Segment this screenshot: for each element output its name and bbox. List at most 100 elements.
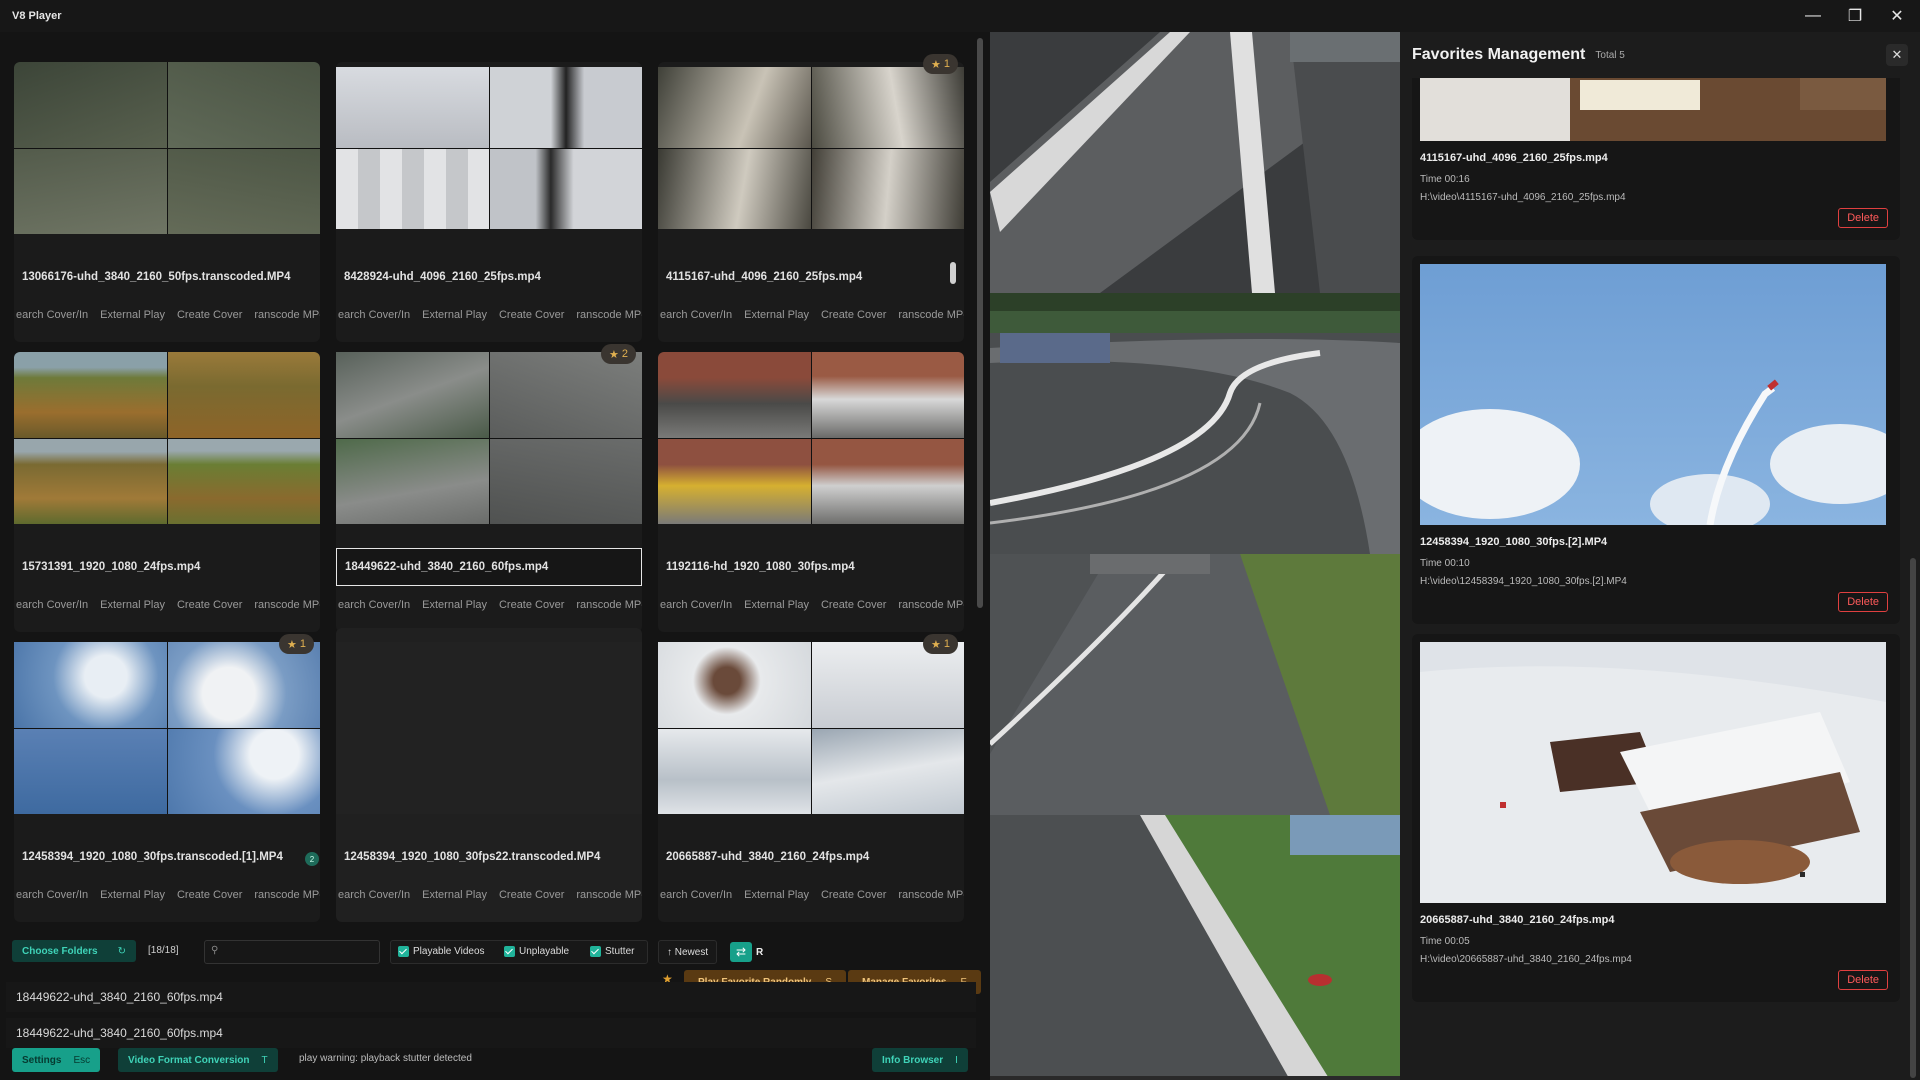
close-window-button[interactable]: ✕ <box>1876 0 1918 32</box>
minimize-button[interactable]: — <box>1792 0 1834 32</box>
info-browser-button[interactable]: Info Browser I <box>872 1048 968 1072</box>
external-play-button[interactable]: External Play <box>744 599 809 611</box>
video-card[interactable]: ★ 2 18449622-uhd_3840_2160_60fps.mp4 ear… <box>336 344 642 632</box>
search-cover-button[interactable]: earch Cover/In <box>338 309 410 321</box>
video-thumbnail[interactable] <box>336 352 642 524</box>
search-cover-button[interactable]: earch Cover/In <box>16 599 88 611</box>
unplayable-checkbox[interactable]: Unplayable <box>504 946 569 957</box>
video-title[interactable]: 20665887-uhd_3840_2160_24fps.mp4 <box>658 838 964 876</box>
create-cover-button[interactable]: Create Cover <box>499 889 564 901</box>
favorite-path: H:\video\4115167-uhd_4096_2160_25fps.mp4 <box>1420 192 1626 203</box>
create-cover-button[interactable]: Create Cover <box>177 599 242 611</box>
video-card[interactable]: ★ 1 20665887-uhd_3840_2160_24fps.mp4 ear… <box>658 634 964 922</box>
search-cover-button[interactable]: earch Cover/In <box>338 889 410 901</box>
video-title[interactable]: 4115167-uhd_4096_2160_25fps.mp4 <box>658 258 964 296</box>
video-thumbnail[interactable] <box>658 642 964 814</box>
search-cover-button[interactable]: earch Cover/In <box>660 309 732 321</box>
create-cover-button[interactable]: Create Cover <box>499 309 564 321</box>
stutter-checkbox[interactable]: Stutter <box>590 946 634 957</box>
video-player[interactable] <box>990 32 1400 1080</box>
playable-videos-checkbox[interactable]: Playable Videos <box>398 946 485 957</box>
external-play-button[interactable]: External Play <box>100 889 165 901</box>
video-thumbnail[interactable] <box>658 352 964 524</box>
create-cover-button[interactable]: Create Cover <box>177 309 242 321</box>
repeat-toggle[interactable]: ⇄ R <box>730 940 763 964</box>
video-title[interactable]: 15731391_1920_1080_24fps.mp4 <box>14 548 320 586</box>
video-card[interactable]: 15731391_1920_1080_24fps.mp4 earch Cover… <box>14 352 320 632</box>
create-cover-button[interactable]: Create Cover <box>821 889 886 901</box>
search-box[interactable]: ⚲ <box>204 940 380 964</box>
video-title[interactable]: 12458394_1920_1080_30fps22.transcoded.MP… <box>336 838 642 876</box>
close-favorites-button[interactable]: ✕ <box>1886 44 1908 66</box>
search-cover-button[interactable]: earch Cover/In <box>660 889 732 901</box>
video-card[interactable]: 1192116-hd_1920_1080_30fps.mp4 earch Cov… <box>658 352 964 632</box>
maximize-button[interactable]: ❐ <box>1834 0 1876 32</box>
create-cover-button[interactable]: Create Cover <box>499 599 564 611</box>
video-thumbnail[interactable] <box>14 352 320 524</box>
video-card[interactable]: 13066176-uhd_3840_2160_50fps.transcoded.… <box>14 62 320 342</box>
transcode-button[interactable]: ranscode MP- <box>576 889 642 901</box>
video-title[interactable]: 13066176-uhd_3840_2160_50fps.transcoded.… <box>14 258 320 296</box>
favorites-scrollbar[interactable] <box>1910 78 1916 1078</box>
favorite-count: 1 <box>943 638 950 650</box>
video-title[interactable]: 8428924-uhd_4096_2160_25fps.mp4 <box>336 258 642 296</box>
transcode-button[interactable]: ranscode MP- <box>576 599 642 611</box>
transcode-button[interactable]: ranscode MP- <box>898 309 964 321</box>
search-cover-button[interactable]: earch Cover/In <box>338 599 410 611</box>
external-play-button[interactable]: External Play <box>422 889 487 901</box>
card-actions: earch Cover/In External Play Create Cove… <box>336 592 642 618</box>
video-thumbnail[interactable] <box>14 62 320 234</box>
settings-label: Settings <box>22 1054 62 1066</box>
favorite-thumbnail[interactable] <box>1420 642 1886 903</box>
favorite-thumbnail[interactable] <box>1420 264 1886 525</box>
library-scrollbar-thumb[interactable] <box>977 38 983 608</box>
search-cover-button[interactable]: earch Cover/In <box>16 889 88 901</box>
favorite-item: 4115167-uhd_4096_2160_25fps.mp4 Time 00:… <box>1412 78 1900 240</box>
favorite-badge: ★ 1 <box>279 634 314 654</box>
external-play-button[interactable]: External Play <box>422 309 487 321</box>
video-card[interactable]: 12458394_1920_1080_30fps22.transcoded.MP… <box>336 628 642 922</box>
sort-newest-button[interactable]: ↑ Newest <box>658 940 718 964</box>
transcode-button[interactable]: ranscode MP- <box>254 889 320 901</box>
video-title[interactable]: 1192116-hd_1920_1080_30fps.mp4 <box>658 548 964 586</box>
video-thumbnail[interactable] <box>658 67 964 229</box>
video-card[interactable]: ★ 1 4115167-uhd_4096_2160_25fps.mp4 earc… <box>658 54 964 342</box>
transcode-button[interactable]: ranscode MP- <box>254 309 320 321</box>
video-card[interactable]: ★ 1 12458394_1920_1080_30fps.transcoded.… <box>14 634 320 922</box>
search-cover-button[interactable]: earch Cover/In <box>16 309 88 321</box>
video-format-conversion-button[interactable]: Video Format Conversion T <box>118 1048 278 1072</box>
video-card[interactable]: 8428924-uhd_4096_2160_25fps.mp4 earch Co… <box>336 62 642 342</box>
settings-button[interactable]: Settings Esc <box>12 1048 101 1072</box>
external-play-button[interactable]: External Play <box>100 599 165 611</box>
close-icon: ✕ <box>1891 47 1903 62</box>
create-cover-button[interactable]: Create Cover <box>177 889 242 901</box>
search-cover-button[interactable]: earch Cover/In <box>660 599 732 611</box>
external-play-button[interactable]: External Play <box>100 309 165 321</box>
status-message: play warning: playback stutter detected <box>299 1053 472 1064</box>
favorite-thumbnail[interactable] <box>1420 78 1886 141</box>
create-cover-button[interactable]: Create Cover <box>821 309 886 321</box>
external-play-button[interactable]: External Play <box>744 889 809 901</box>
video-title[interactable]: 18449622-uhd_3840_2160_60fps.mp4 <box>336 548 642 586</box>
video-title[interactable]: 12458394_1920_1080_30fps.transcoded.[1].… <box>14 838 320 876</box>
transcode-button[interactable]: ranscode MP- <box>898 599 964 611</box>
video-thumbnail[interactable] <box>336 67 642 229</box>
refresh-icon[interactable]: ↻ <box>118 946 126 957</box>
video-thumbnail[interactable] <box>14 642 320 814</box>
create-cover-button[interactable]: Create Cover <box>821 599 886 611</box>
delete-favorite-button[interactable]: Delete <box>1838 970 1888 990</box>
transcode-button[interactable]: ranscode MP- <box>898 889 964 901</box>
transcode-button[interactable]: ranscode MP- <box>254 599 320 611</box>
recent-item[interactable]: 18449622-uhd_3840_2160_60fps.mp4 <box>6 982 976 1012</box>
favorites-scrollbar-thumb[interactable] <box>1910 558 1916 1078</box>
external-play-button[interactable]: External Play <box>744 309 809 321</box>
external-play-button[interactable]: External Play <box>422 599 487 611</box>
choose-folders-button[interactable]: Choose Folders ↻ <box>12 940 136 962</box>
delete-favorite-button[interactable]: Delete <box>1838 208 1888 228</box>
sky-jet-image <box>1420 264 1886 525</box>
transcode-button[interactable]: ranscode MP- <box>576 309 642 321</box>
video-thumbnail-placeholder[interactable] <box>336 642 642 814</box>
favorite-count: 2 <box>621 348 628 360</box>
delete-favorite-button[interactable]: Delete <box>1838 592 1888 612</box>
search-input[interactable] <box>223 944 373 960</box>
